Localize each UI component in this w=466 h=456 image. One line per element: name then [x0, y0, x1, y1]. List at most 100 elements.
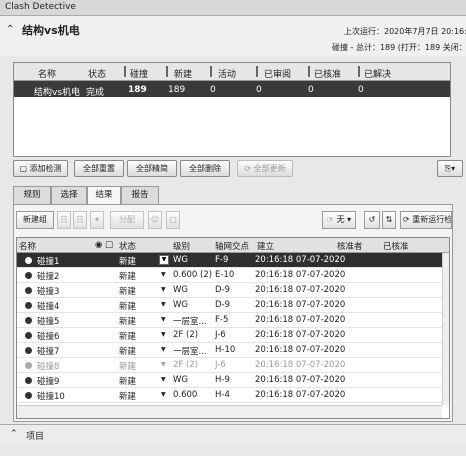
camera-icon[interactable]: ◉ [95, 240, 102, 250]
test-reviewed: 0 [256, 85, 262, 95]
clash-row[interactable]: 碰撞7 新建 ▼ 一层室... H-10 20:16:18 07-07-2020 [17, 343, 442, 358]
chevron-down-icon[interactable]: ▼ [161, 301, 166, 308]
clash-row[interactable]: 碰撞6 新建 ▼ 2F (2) J-6 20:16:18 07-07-2020 [17, 328, 442, 343]
export-button[interactable]: ⎘▾ [437, 160, 463, 177]
clash-level: WG [173, 255, 188, 265]
clash-name: 碰撞9 [37, 377, 60, 387]
compact-all-button[interactable]: 全部精简 [127, 160, 177, 177]
col-resolved[interactable]: 已解决 [364, 67, 391, 80]
clash-row[interactable]: 碰撞5 新建 ▼ 一层室... F-5 20:16:18 07-07-2020 [17, 313, 442, 328]
test-header: ⌃ 结构vs机电 上次运行：2020年7月7日 20:16:18 碰撞 - 总计… [0, 16, 466, 56]
reset-all-button[interactable]: 全部重置 [74, 160, 124, 177]
chevron-down-icon[interactable]: ▼ [161, 316, 166, 323]
status-dot-icon [25, 347, 32, 354]
tab-report[interactable]: 报告 [121, 186, 159, 204]
chevron-down-icon[interactable]: ▼ [161, 361, 166, 368]
status-dropdown-icon[interactable]: ▼ [159, 255, 169, 265]
col-approved[interactable]: 已核准 [314, 67, 341, 80]
clash-created: 20:16:18 07-07-2020 [255, 345, 346, 355]
collapse-chevron-icon[interactable]: ⌃ [6, 24, 14, 35]
col-level[interactable]: 级别 [173, 240, 190, 252]
filter-value: 无 [336, 215, 345, 224]
add-test-button[interactable]: ▢ 添加检测 [13, 160, 68, 177]
col-divider [124, 66, 126, 77]
clash-status: 新建 [119, 257, 137, 267]
col-status[interactable]: 状态 [119, 240, 136, 252]
col-divider [358, 66, 360, 77]
clash-row[interactable]: 碰撞1 新建 ▼ WG F-9 20:16:18 07-07-2020 [17, 253, 442, 268]
explode-icon-button[interactable]: ✦ [90, 211, 104, 229]
clash-row[interactable]: 碰撞2 新建 ▼ 0.600 (2) E-10 20:16:18 07-07-2… [17, 268, 442, 283]
clash-row[interactable]: 碰撞3 新建 ▼ WG D-9 20:16:18 07-07-2020 [17, 283, 442, 298]
clash-status: 新建 [119, 287, 137, 297]
clash-name: 碰撞7 [37, 347, 60, 357]
status-dot-icon [25, 332, 32, 339]
test-new: 189 [168, 85, 186, 95]
clash-status: 新建 [119, 272, 137, 282]
items-footer[interactable]: ⌃ 项目 [0, 424, 466, 444]
update-all-button[interactable]: ⟳ 全部更新 [237, 160, 293, 177]
test-row[interactable]: 结构vs机电 完成 189 189 0 0 0 0 [14, 81, 450, 98]
col-approved-by[interactable]: 核准者 [337, 240, 363, 252]
tab-select[interactable]: 选择 [51, 186, 87, 204]
clash-grid: J-6 [215, 330, 226, 340]
chevron-down-icon[interactable]: ▼ [161, 346, 166, 353]
clash-status: 新建 [119, 347, 137, 357]
col-status[interactable]: 状态 [88, 67, 106, 80]
clash-row[interactable]: 碰撞4 新建 ▼ WG D-9 20:16:18 07-07-2020 [17, 298, 442, 313]
col-divider [308, 66, 310, 77]
delete-all-button[interactable]: 全部删除 [180, 160, 230, 177]
col-approved[interactable]: 已核准 [383, 240, 409, 252]
status-dot-icon [25, 362, 32, 369]
update-all-label: 全部更新 [253, 164, 286, 173]
unassign-icon-button[interactable]: ☺ [148, 211, 162, 229]
clash-level: WG [173, 285, 188, 295]
tab-results[interactable]: 结果 [87, 186, 121, 205]
sort-icon-button[interactable]: ⇅ [382, 211, 396, 229]
expand-chevron-icon[interactable]: ⌃ [10, 429, 18, 439]
ungroup-icon-button[interactable]: ☷ [73, 211, 87, 229]
clash-row[interactable]: 碰撞8 新建 ▼ 2F (2) J-6 20:16:18 07-07-2020 [17, 358, 442, 373]
status-dot-icon [25, 392, 32, 399]
comment-icon-button[interactable]: □ [166, 211, 180, 229]
col-divider [166, 66, 168, 77]
col-active[interactable]: 活动 [218, 67, 236, 80]
comment-col-icon[interactable]: □ [105, 240, 113, 250]
col-clashes[interactable]: 碰撞 [130, 67, 148, 80]
clash-level: 0.600 (2) [173, 270, 213, 280]
clash-created: 20:16:18 07-07-2020 [255, 360, 346, 370]
horizontal-scrollbar[interactable] [17, 405, 442, 418]
chevron-down-icon[interactable]: ▼ [161, 331, 166, 338]
reset-icon-button[interactable]: ↺ [364, 211, 380, 229]
col-new[interactable]: 新建 [174, 67, 192, 80]
add-test-label: 添加检测 [29, 164, 62, 173]
clash-status: 新建 [119, 392, 137, 402]
vertical-scrollbar[interactable] [442, 253, 449, 405]
chevron-down-icon[interactable]: ▼ [161, 376, 166, 383]
clash-row[interactable]: 碰撞9 新建 ▼ WG H-9 20:16:18 07-07-2020 [17, 373, 442, 388]
clash-grid: H-4 [215, 390, 230, 400]
clash-status: 新建 [119, 362, 137, 372]
col-name[interactable]: 名称 [38, 67, 56, 80]
chevron-down-icon: ▾ [347, 215, 352, 224]
new-group-button[interactable]: 新建组 [16, 211, 54, 229]
chevron-down-icon[interactable]: ▼ [161, 391, 166, 398]
col-grid[interactable]: 轴网交点 [215, 240, 249, 252]
chevron-down-icon[interactable]: ▼ [161, 271, 166, 278]
clash-name: 碰撞10 [37, 392, 65, 402]
clash-status: 新建 [119, 332, 137, 342]
export-icon: ⎘▾ [444, 164, 456, 173]
assign-button[interactable]: 分配 [110, 211, 144, 229]
status-dot-icon [25, 287, 32, 294]
col-name[interactable]: 名称 [19, 240, 36, 252]
clash-created: 20:16:18 07-07-2020 [255, 285, 346, 295]
tab-rules[interactable]: 规则 [13, 186, 51, 204]
group-icon-button[interactable]: ☷ [57, 211, 71, 229]
rerun-test-button[interactable]: ⟳ 重新运行检测 [400, 211, 452, 229]
chevron-down-icon[interactable]: ▼ [161, 286, 166, 293]
col-created[interactable]: 建立 [257, 240, 274, 252]
clash-row[interactable]: 碰撞10 新建 ▼ 0.600 H-4 20:16:18 07-07-2020 [17, 388, 442, 403]
col-reviewed[interactable]: 已审阅 [264, 67, 291, 80]
filter-dropdown[interactable]: ☞ 无 ▾ [322, 211, 356, 229]
group-icon: ☷ [60, 215, 68, 224]
